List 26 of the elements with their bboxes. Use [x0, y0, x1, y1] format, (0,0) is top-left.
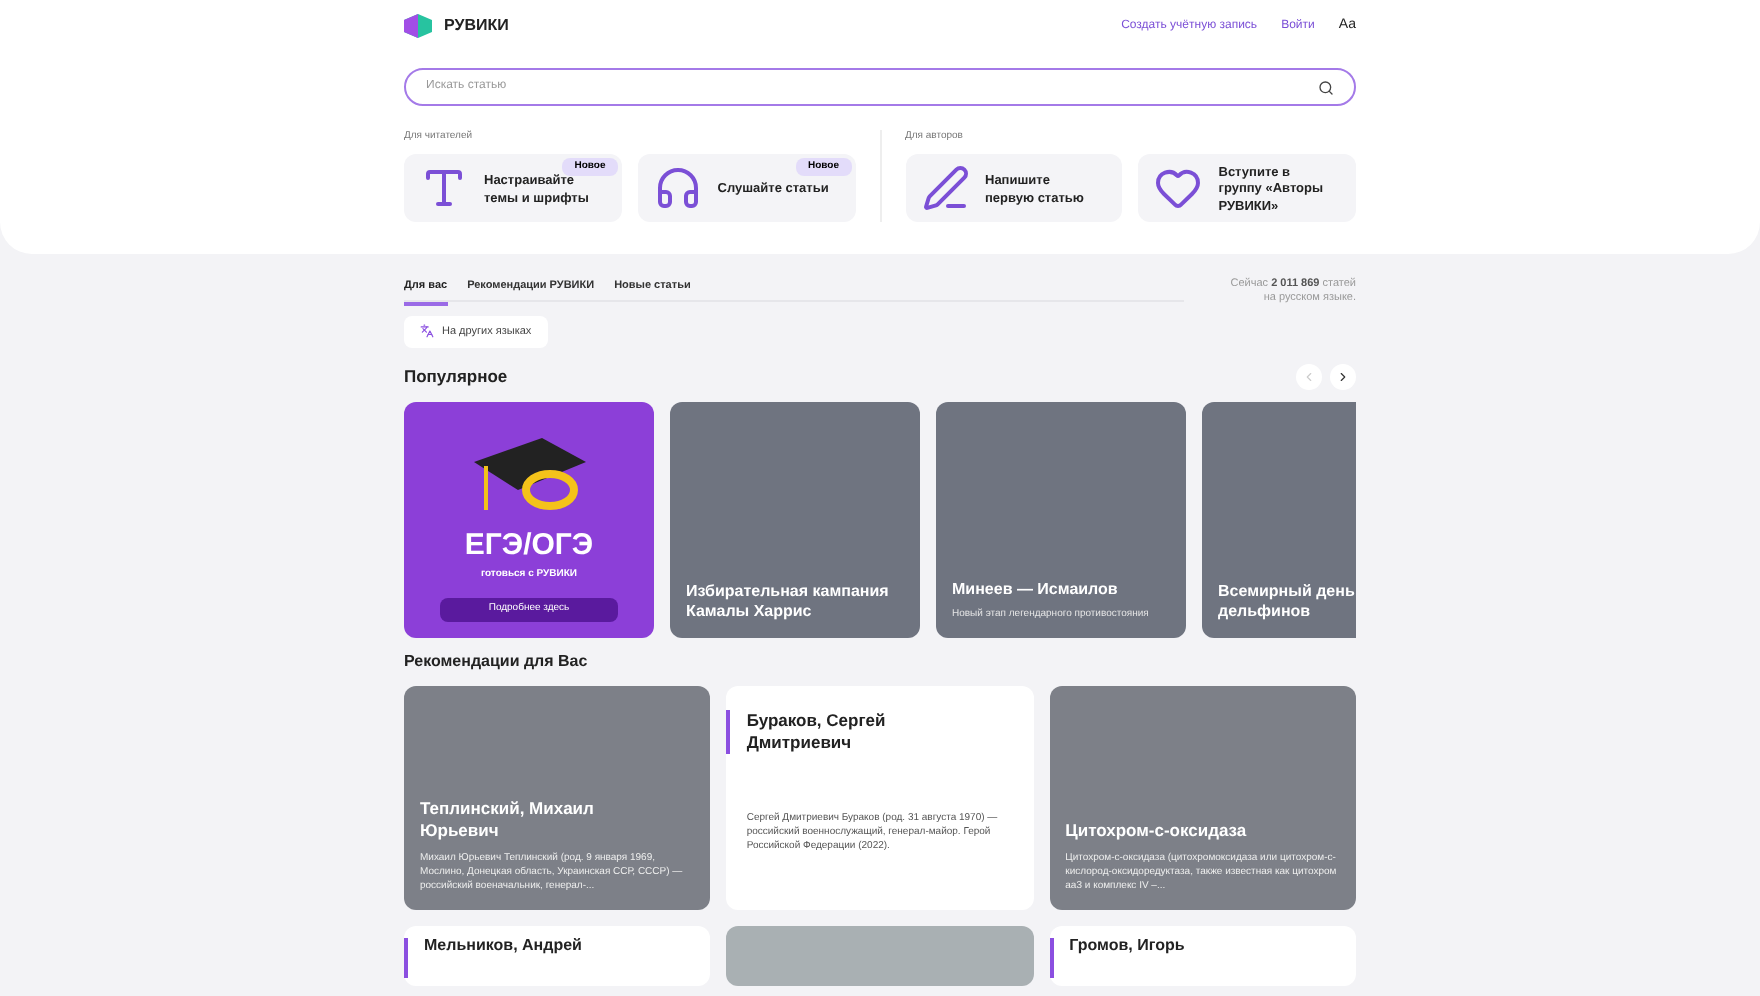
chevron-left-icon — [1302, 369, 1316, 384]
pen-icon — [921, 163, 969, 211]
logo-icon — [404, 14, 432, 38]
search-icon[interactable] — [1318, 79, 1334, 95]
card-title: Бураков, Сергей Дмитриевич — [746, 709, 888, 754]
article-card[interactable]: Избирательная кампания Камалы Харрис — [670, 401, 920, 638]
promo-title: ЕГЭ/ОГЭ — [464, 529, 594, 560]
card-title: Избирательная кампания Камалы Харрис — [686, 581, 891, 622]
card-title: Всемирный день дельфинов — [1218, 581, 1356, 622]
article-card[interactable]: Громов, Игорь — [1049, 925, 1356, 986]
card-title: Цитохром-c-оксидаза — [1065, 819, 1249, 841]
article-card[interactable]: Мельников, Андрей — [404, 925, 711, 986]
card-title: Громов, Игорь — [1069, 937, 1185, 958]
next-button[interactable] — [1330, 363, 1356, 390]
card-title: Минеев — Исмаилов — [952, 580, 1120, 600]
photo-placeholder[interactable] — [726, 925, 1034, 986]
section-title: Популярное — [404, 364, 508, 390]
previous-button[interactable] — [1296, 363, 1322, 390]
article-card[interactable]: Всемирный день дельфинов — [1202, 401, 1356, 638]
card-title: Мельников, Андрей — [424, 937, 582, 958]
translate-icon — [420, 324, 434, 339]
chevron-right-icon — [1336, 369, 1350, 384]
card-title: Теплинский, Михаил Юрьевич — [420, 798, 596, 841]
section-title: Рекомендации для Вас — [404, 649, 590, 674]
logo-text: РУВИКИ — [444, 14, 509, 38]
headphones-icon — [653, 163, 702, 211]
